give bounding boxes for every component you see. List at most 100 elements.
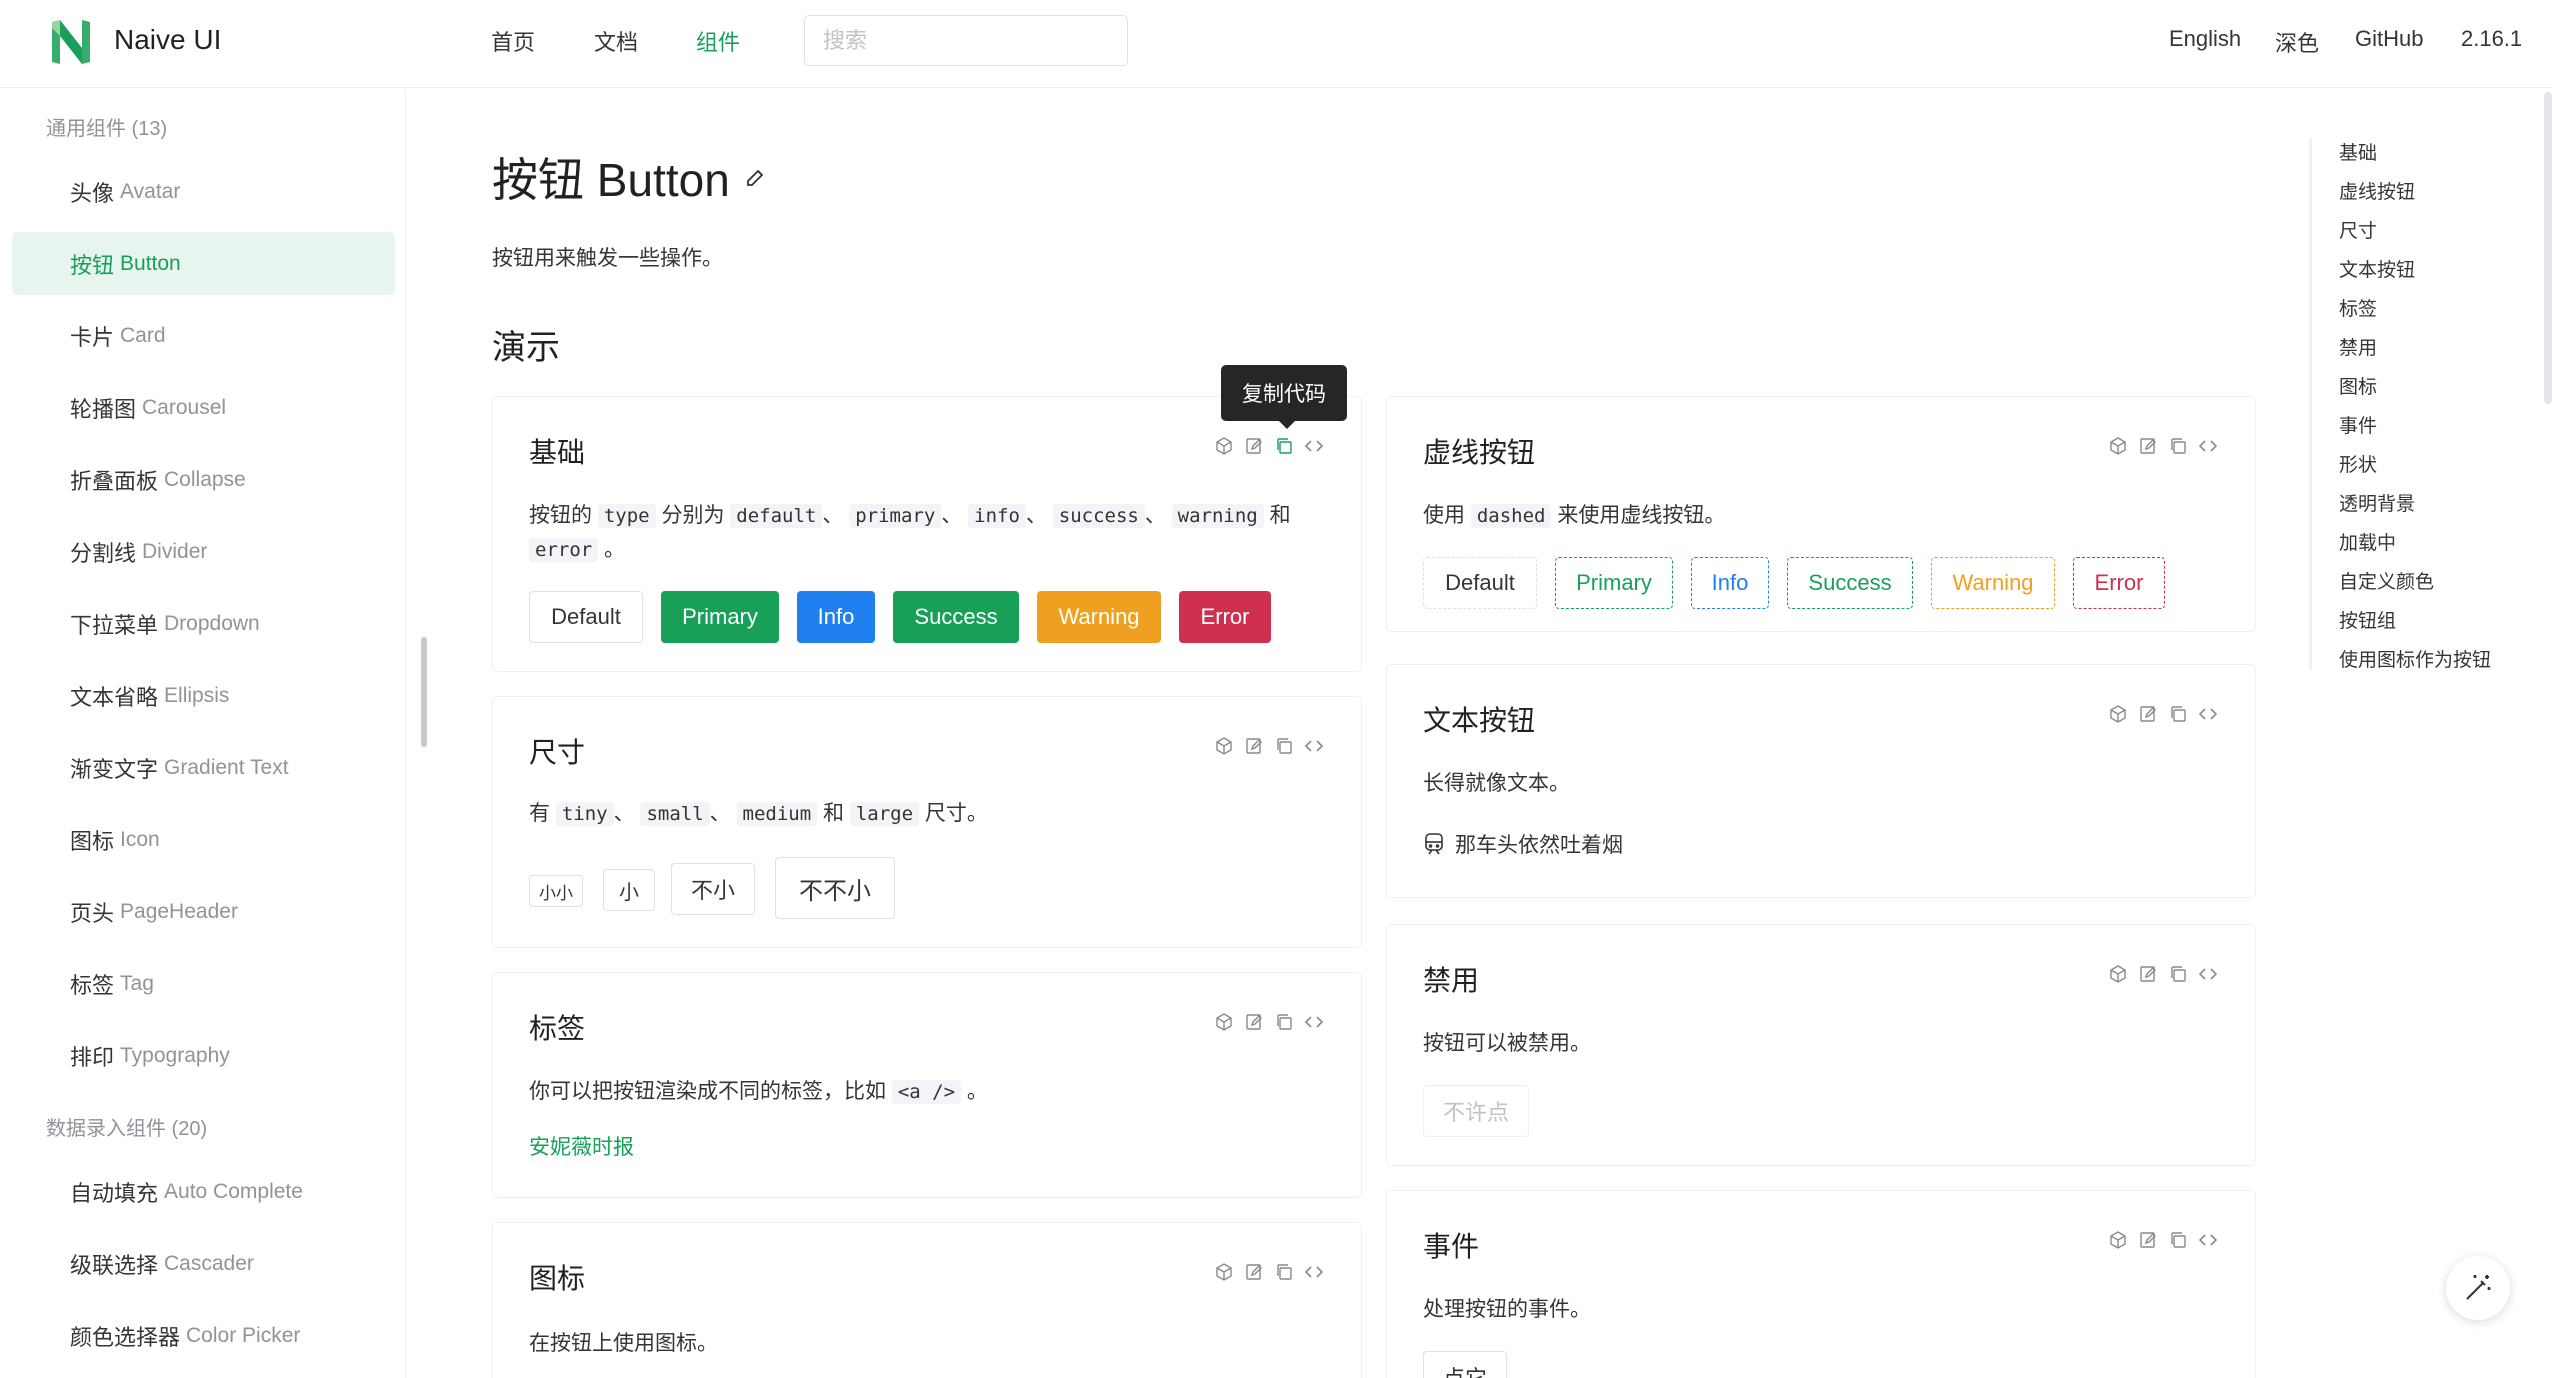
theme-editor-button[interactable] (2446, 1256, 2510, 1320)
click-me-button[interactable]: 点它 (1423, 1351, 1507, 1378)
brand-name[interactable]: Naive UI (114, 24, 221, 56)
cube-icon[interactable] (2107, 963, 2129, 985)
toc-item[interactable]: 自定义颜色 (2339, 567, 2434, 594)
edit-icon[interactable] (1243, 735, 1265, 757)
dashed-success-button[interactable]: Success (1787, 557, 1913, 609)
copy-icon[interactable] (1273, 1261, 1295, 1283)
copy-icon[interactable] (1273, 735, 1295, 757)
warning-button[interactable]: Warning (1037, 591, 1161, 643)
version-label[interactable]: 2.16.1 (2461, 26, 2522, 52)
copy-icon[interactable] (2167, 1229, 2189, 1251)
code-icon[interactable] (1303, 735, 1325, 757)
sidebar-item-dropdown[interactable]: 下拉菜单 Dropdown (12, 592, 395, 655)
page-scrollbar[interactable] (2544, 92, 2552, 404)
sidebar-item-button[interactable]: 按钮 Button (12, 232, 395, 295)
disabled-button[interactable]: 不许点 (1423, 1085, 1529, 1137)
sidebar-item-en: Divider (142, 539, 208, 563)
toc-item[interactable]: 加载中 (2339, 528, 2396, 555)
language-switch[interactable]: English (2169, 26, 2241, 52)
sidebar-item-gradient-text[interactable]: 渐变文字 Gradient Text (12, 736, 395, 799)
code-snippet: error (529, 538, 599, 562)
success-button[interactable]: Success (893, 591, 1019, 643)
edit-icon[interactable] (1243, 1011, 1265, 1033)
cube-icon[interactable] (2107, 703, 2129, 725)
dashed-default-button[interactable]: Default (1423, 557, 1537, 609)
edit-icon[interactable] (2137, 963, 2159, 985)
toc-item[interactable]: 事件 (2339, 411, 2377, 438)
code-icon[interactable] (1303, 1261, 1325, 1283)
error-button[interactable]: Error (1179, 591, 1271, 643)
cube-icon[interactable] (1213, 1011, 1235, 1033)
edit-icon[interactable] (2137, 435, 2159, 457)
default-button[interactable]: Default (529, 591, 643, 643)
nav-components[interactable]: 组件 (696, 25, 740, 57)
copy-icon[interactable] (2167, 703, 2189, 725)
toc-item[interactable]: 标签 (2339, 294, 2377, 321)
code-icon[interactable] (1303, 1011, 1325, 1033)
sidebar-item-pageheader[interactable]: 页头 PageHeader (12, 880, 395, 943)
edit-icon[interactable] (1243, 1261, 1265, 1283)
tiny-button[interactable]: 小小 (529, 875, 583, 907)
dashed-error-button[interactable]: Error (2073, 557, 2165, 609)
sidebar-item-avatar[interactable]: 头像 Avatar (12, 160, 395, 223)
toc-item[interactable]: 按钮组 (2339, 606, 2396, 633)
cube-icon[interactable] (2107, 1229, 2129, 1251)
toc-item[interactable]: 基础 (2339, 138, 2377, 165)
tag-link-button[interactable]: 安妮薇时报 (529, 1131, 634, 1165)
sidebar-item-ellipsis[interactable]: 文本省略 Ellipsis (12, 664, 395, 727)
code-icon[interactable] (2197, 963, 2219, 985)
copy-icon[interactable] (2167, 963, 2189, 985)
sidebar-item-carousel[interactable]: 轮播图 Carousel (12, 376, 395, 439)
small-button[interactable]: 小 (603, 869, 655, 911)
edit-icon[interactable] (2137, 703, 2159, 725)
copy-icon[interactable] (2167, 435, 2189, 457)
sidebar-item-typography[interactable]: 排印 Typography (12, 1024, 395, 1087)
dashed-info-button[interactable]: Info (1691, 557, 1769, 609)
copy-icon[interactable] (1273, 435, 1295, 457)
sidebar-item-collapse[interactable]: 折叠面板 Collapse (12, 448, 395, 511)
toc-item[interactable]: 虚线按钮 (2339, 177, 2415, 204)
primary-button[interactable]: Primary (661, 591, 779, 643)
theme-switch[interactable]: 深色 (2275, 26, 2319, 58)
edit-icon[interactable] (2137, 1229, 2159, 1251)
toc-item[interactable]: 形状 (2339, 450, 2377, 477)
cube-icon[interactable] (1213, 735, 1235, 757)
desc-text: 和 (822, 802, 844, 825)
sidebar-item-auto-complete[interactable]: 自动填充 Auto Complete (12, 1160, 395, 1223)
sidebar-item-card[interactable]: 卡片 Card (12, 304, 395, 367)
sidebar-item-icon[interactable]: 图标 Icon (12, 808, 395, 871)
toc-item[interactable]: 图标 (2339, 372, 2377, 399)
code-icon[interactable] (2197, 435, 2219, 457)
code-icon[interactable] (1303, 435, 1325, 457)
code-icon[interactable] (2197, 703, 2219, 725)
github-link[interactable]: GitHub (2355, 26, 2423, 52)
desc-text: 分别为 (661, 504, 725, 527)
nav-home[interactable]: 首页 (491, 25, 535, 57)
toc-item[interactable]: 文本按钮 (2339, 255, 2415, 282)
cube-icon[interactable] (1213, 435, 1235, 457)
cube-icon[interactable] (2107, 435, 2129, 457)
info-button[interactable]: Info (797, 591, 875, 643)
edit-on-github-icon[interactable] (744, 165, 768, 189)
search-input[interactable] (804, 15, 1128, 66)
toc-item[interactable]: 尺寸 (2339, 216, 2377, 243)
nav-docs[interactable]: 文档 (594, 25, 638, 57)
sidebar-item-cascader[interactable]: 级联选择 Cascader (12, 1232, 395, 1295)
edit-icon[interactable] (1243, 435, 1265, 457)
large-button[interactable]: 不不小 (775, 857, 895, 919)
sidebar-item-color-picker[interactable]: 颜色选择器 Color Picker (12, 1304, 395, 1367)
copy-icon[interactable] (1273, 1011, 1295, 1033)
toc-item[interactable]: 禁用 (2339, 333, 2377, 360)
dashed-primary-button[interactable]: Primary (1555, 557, 1673, 609)
medium-button[interactable]: 不小 (671, 863, 755, 915)
code-icon[interactable] (2197, 1229, 2219, 1251)
toc-item[interactable]: 使用图标作为按钮 (2339, 645, 2491, 672)
sidebar-item-tag[interactable]: 标签 Tag (12, 952, 395, 1015)
dashed-warning-button[interactable]: Warning (1931, 557, 2055, 609)
toc-item[interactable]: 透明背景 (2339, 489, 2415, 516)
naive-ui-logo-icon[interactable] (50, 18, 92, 66)
sidebar-scrollbar[interactable] (421, 637, 427, 747)
sidebar-item-divider[interactable]: 分割线 Divider (12, 520, 395, 583)
cube-icon[interactable] (1213, 1261, 1235, 1283)
text-button[interactable]: 那车头依然吐着烟 (1423, 829, 1623, 859)
